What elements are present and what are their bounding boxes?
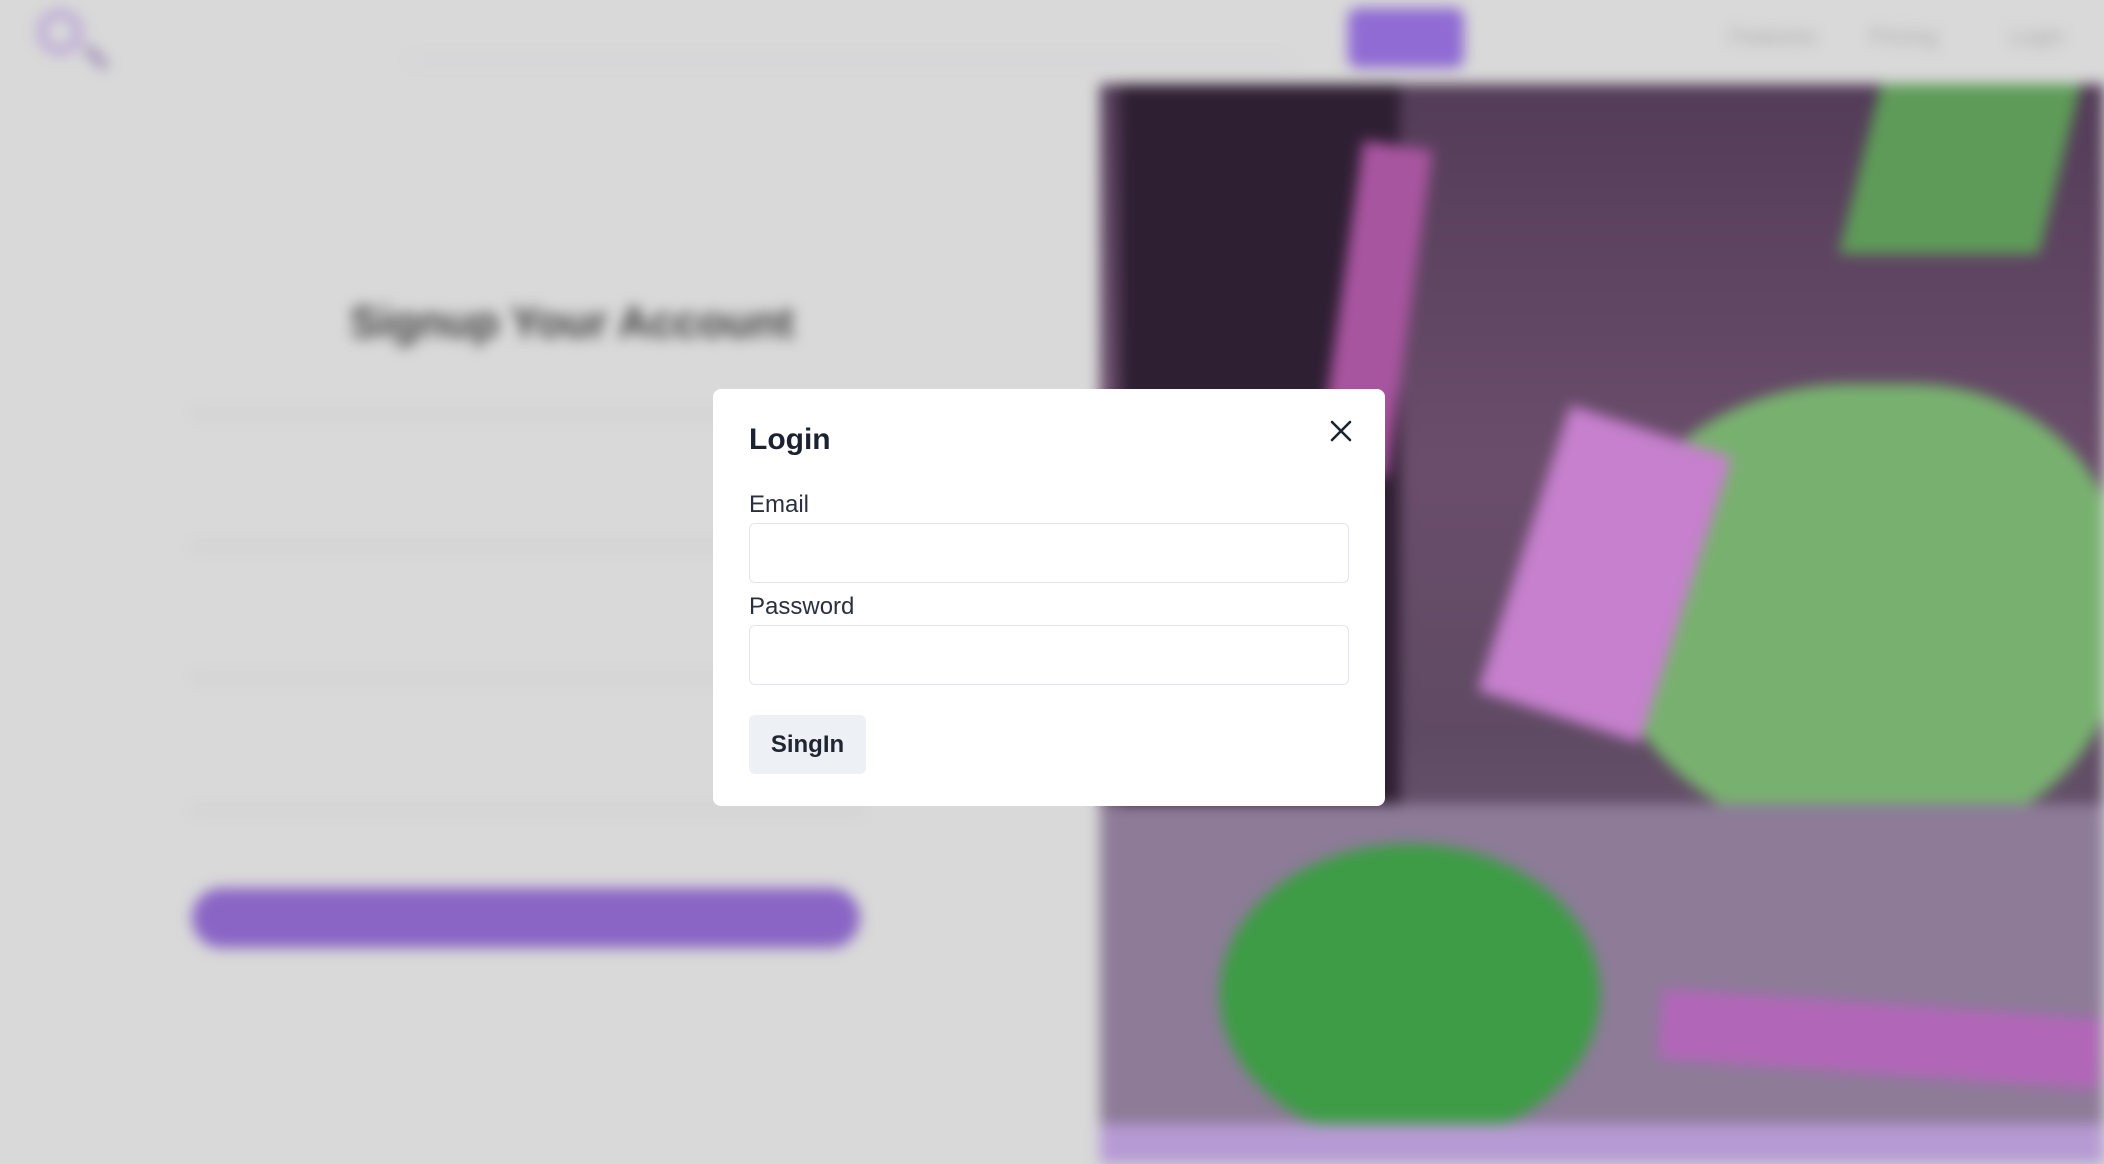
nav-link: Features (1730, 24, 1817, 49)
close-button[interactable] (1323, 413, 1359, 449)
password-label: Password (749, 593, 855, 620)
nav-link: Login (2010, 24, 2064, 49)
nav-search-input (410, 22, 1290, 62)
login-page: Features Pricing Login Signup Your Accou… (0, 0, 2104, 1164)
nav-link: Pricing (1870, 24, 1938, 49)
nav-primary-button (1348, 8, 1464, 68)
email-field[interactable] (749, 523, 1349, 583)
login-modal: Login Email Password SingIn (713, 389, 1385, 806)
navbar: Features Pricing Login (0, 0, 2104, 80)
logo-search-icon (38, 10, 82, 54)
signup-submit-button (192, 888, 860, 948)
modal-title: Login (749, 423, 831, 456)
signin-button[interactable]: SingIn (749, 715, 866, 774)
signup-title: Signup Your Account (350, 298, 795, 347)
password-field[interactable] (749, 625, 1349, 685)
email-label: Email (749, 491, 810, 518)
close-icon (1330, 420, 1352, 442)
